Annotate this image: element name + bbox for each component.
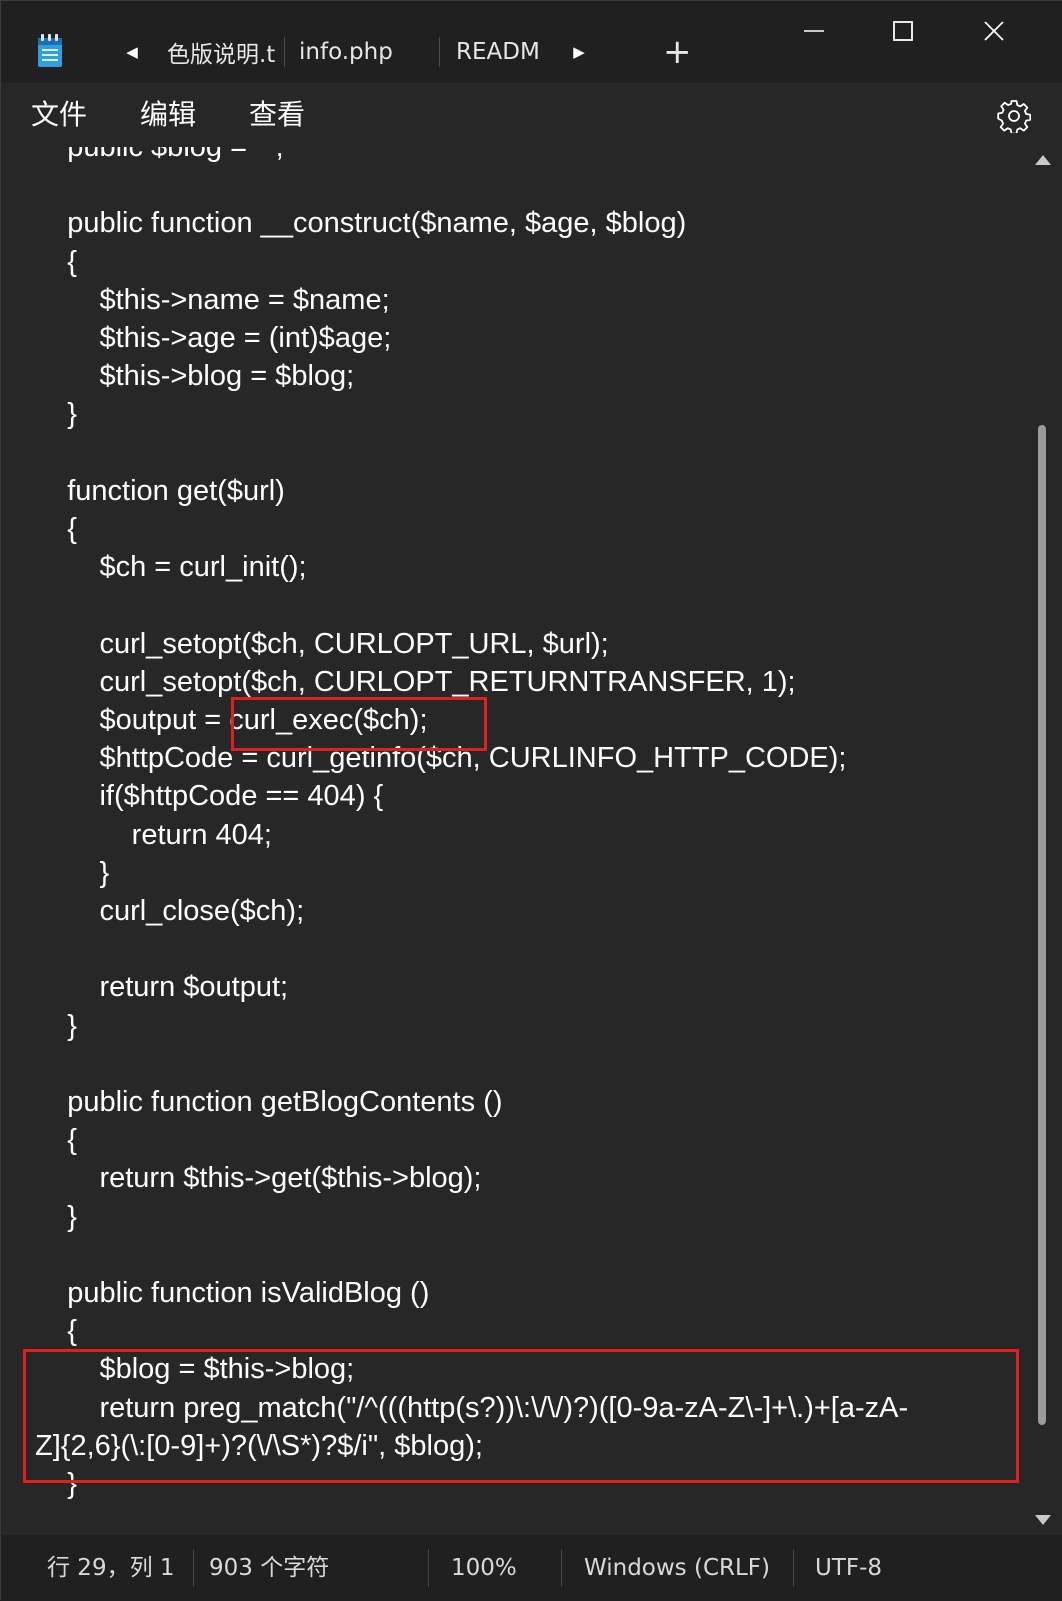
vertical-scrollbar[interactable]: [1029, 147, 1057, 1535]
code-area[interactable]: public $blog = ""; public function __con…: [1, 147, 1021, 1535]
tab-readme[interactable]: README: [456, 31, 542, 73]
tab-divider: [284, 37, 285, 67]
highlight-box-preg-match: [23, 1349, 1019, 1483]
code-line: $this->name = $name;: [35, 283, 390, 316]
code-line: public function isValidBlog (): [35, 1277, 430, 1309]
menu-file[interactable]: 文件: [31, 97, 87, 133]
status-divider: [561, 1549, 562, 1587]
notepad-window: ◀ 色版说明.t info.php README ▶ +: [0, 0, 1062, 1601]
code-line: }: [35, 1200, 77, 1233]
code-line: return $output;: [35, 971, 289, 1004]
code-line: {: [35, 1124, 77, 1157]
code-line: {: [35, 245, 77, 278]
code-line: {: [35, 513, 77, 545]
status-line-ending[interactable]: Windows (CRLF): [584, 1535, 770, 1601]
tab-info-php[interactable]: info.php: [299, 31, 425, 73]
code-line: public function __construct($name, $age,…: [35, 207, 687, 240]
code-line: return $this->get($this->blog);: [35, 1162, 482, 1195]
scroll-up-icon[interactable]: [1035, 155, 1051, 165]
status-char-count: 903 个字符: [209, 1555, 330, 1581]
tab-label: info.php: [299, 39, 393, 65]
status-zoom[interactable]: 100%: [451, 1535, 517, 1601]
minimize-icon: [804, 30, 824, 32]
code-line: {: [35, 1315, 77, 1348]
status-encoding[interactable]: UTF-8: [815, 1535, 882, 1601]
code-line: }: [35, 856, 110, 889]
minimize-button[interactable]: [789, 11, 839, 51]
tab-label: README: [456, 39, 542, 65]
maximize-button[interactable]: [878, 11, 928, 51]
menu-view[interactable]: 查看: [249, 97, 305, 133]
code-line: public $blog = "";: [35, 147, 284, 163]
code-line: $this->age = (int)$age;: [35, 322, 392, 354]
menu-edit[interactable]: 编辑: [140, 97, 196, 133]
maximize-icon: [893, 21, 913, 41]
text-editor[interactable]: public $blog = ""; public function __con…: [1, 147, 1062, 1535]
status-cursor-position: 行 29，列 1: [47, 1555, 175, 1581]
code-line: curl_setopt($ch, CURLOPT_URL, $url);: [35, 627, 609, 660]
code-line: public function getBlogContents (): [35, 1086, 503, 1118]
status-divider: [193, 1549, 194, 1587]
scrollbar-thumb[interactable]: [1038, 425, 1046, 1425]
code-line: curl_setopt($ch, CURLOPT_RETURNTRANSFER,…: [35, 665, 796, 698]
scroll-down-icon[interactable]: [1035, 1515, 1051, 1525]
code-line: $ch = curl_init();: [35, 551, 307, 584]
menu-bar: 文件 编辑 查看: [1, 83, 1062, 147]
highlight-box-curl-exec: [231, 697, 487, 751]
new-tab-button[interactable]: +: [663, 33, 692, 71]
status-divider: [428, 1549, 429, 1587]
code-line: }: [35, 398, 77, 431]
tab-scroll-right-icon[interactable]: ▶: [570, 41, 588, 63]
close-icon: [984, 21, 1004, 41]
code-line: $this->blog = $blog;: [35, 360, 355, 393]
code-line: function get($url): [35, 474, 285, 507]
status-divider: [793, 1549, 794, 1587]
tab-label: 色版说明.t: [167, 42, 276, 68]
code-line: if($httpCode == 404) {: [35, 780, 384, 813]
gear-icon[interactable]: [997, 99, 1031, 133]
code-line: return 404;: [35, 818, 272, 851]
close-button[interactable]: [969, 11, 1019, 51]
tab-scroll-left-icon[interactable]: ◀: [123, 41, 141, 63]
title-bar[interactable]: ◀ 色版说明.t info.php README ▶ +: [1, 1, 1062, 83]
notepad-icon: [38, 34, 62, 67]
tab-colorfile[interactable]: 色版说明.t: [167, 31, 277, 73]
code-line: curl_close($ch);: [35, 895, 305, 927]
status-bar: 行 29，列 1 903 个字符 100% Windows (CRLF) UTF…: [1, 1535, 1062, 1601]
code-line: }: [35, 1009, 77, 1042]
tab-divider: [439, 37, 440, 67]
